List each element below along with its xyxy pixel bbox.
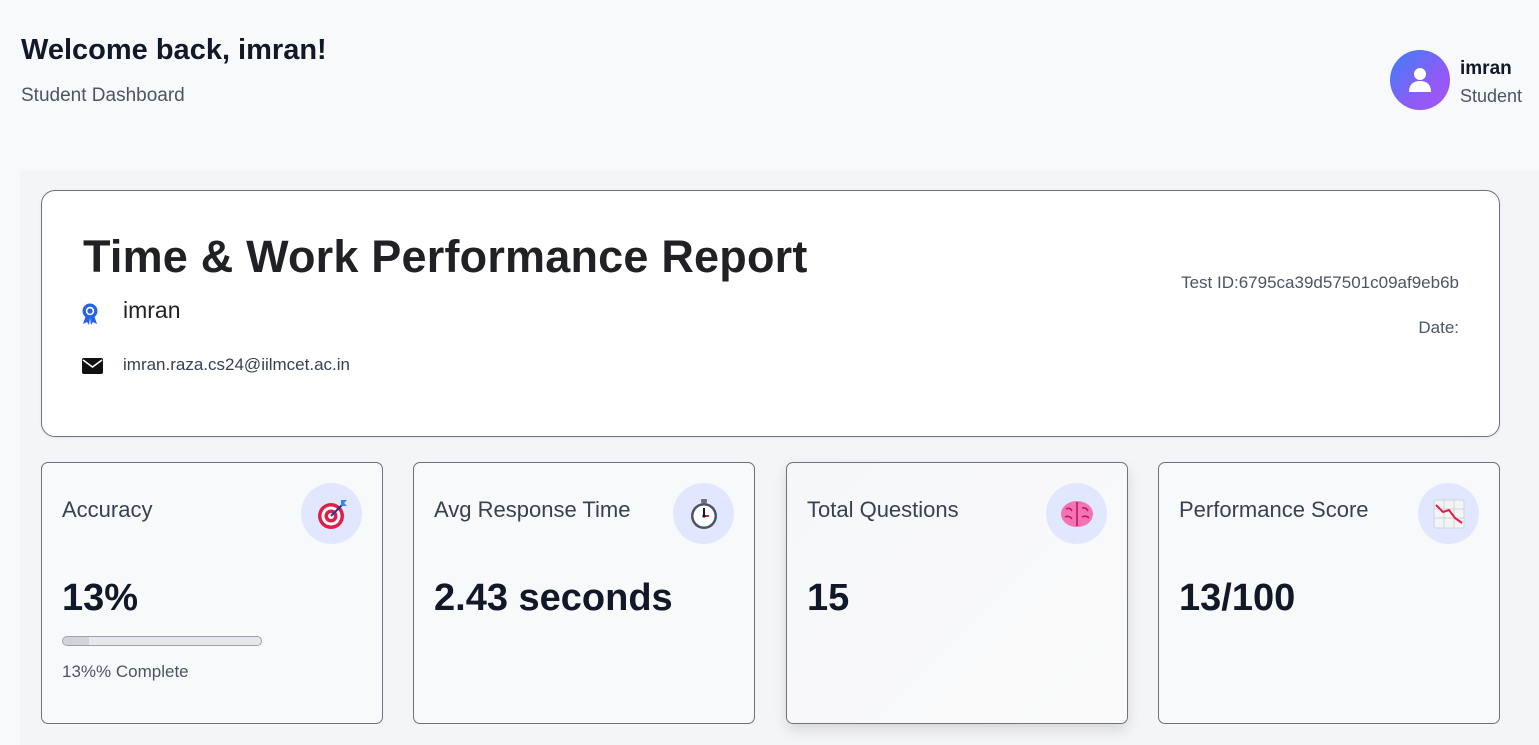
stat-label: Avg Response Time (434, 497, 631, 522)
stat-value: 13/100 (1179, 577, 1296, 619)
brain-icon (1046, 483, 1107, 544)
report-card: Time & Work Performance Report imran imr… (41, 190, 1500, 437)
stat-value: 2.43 seconds (434, 577, 673, 619)
report-title: Time & Work Performance Report (83, 231, 808, 282)
dashboard-subtitle: Student Dashboard (21, 85, 185, 106)
top-header: Welcome back, imran! Student Dashboard i… (0, 0, 1539, 150)
report-date: Date: (1418, 318, 1459, 337)
stat-label: Total Questions (807, 497, 959, 522)
envelope-icon (82, 358, 103, 374)
stat-value: 13% (62, 577, 139, 619)
chart-decreasing-icon (1418, 483, 1479, 544)
welcome-heading: Welcome back, imran! (21, 34, 327, 66)
accuracy-card: Accuracy 13% 13%% Complete (41, 462, 383, 724)
stat-value: 15 (807, 577, 850, 619)
accuracy-progress-bar (62, 636, 262, 646)
user-avatar[interactable] (1390, 50, 1450, 110)
stat-label: Performance Score (1179, 497, 1369, 522)
report-email: imran.raza.cs24@iilmcet.ac.in (123, 355, 350, 374)
progress-fill (63, 637, 89, 645)
performance-score-card: Performance Score 13/100 (1158, 462, 1500, 724)
target-icon (301, 483, 362, 544)
progress-text: 13%% Complete (62, 662, 189, 681)
award-icon (82, 303, 98, 325)
avg-response-time-card: Avg Response Time 2.43 seconds (413, 462, 755, 724)
stat-label: Accuracy (62, 497, 153, 522)
report-student-name: imran (123, 297, 181, 323)
test-id: Test ID:6795ca39d57501c09af9eb6b (1181, 273, 1459, 292)
user-name: imran (1460, 58, 1512, 79)
stopwatch-icon (673, 483, 734, 544)
user-icon (1409, 68, 1431, 92)
total-questions-card: Total Questions 15 (786, 462, 1128, 724)
user-role: Student (1460, 86, 1523, 106)
